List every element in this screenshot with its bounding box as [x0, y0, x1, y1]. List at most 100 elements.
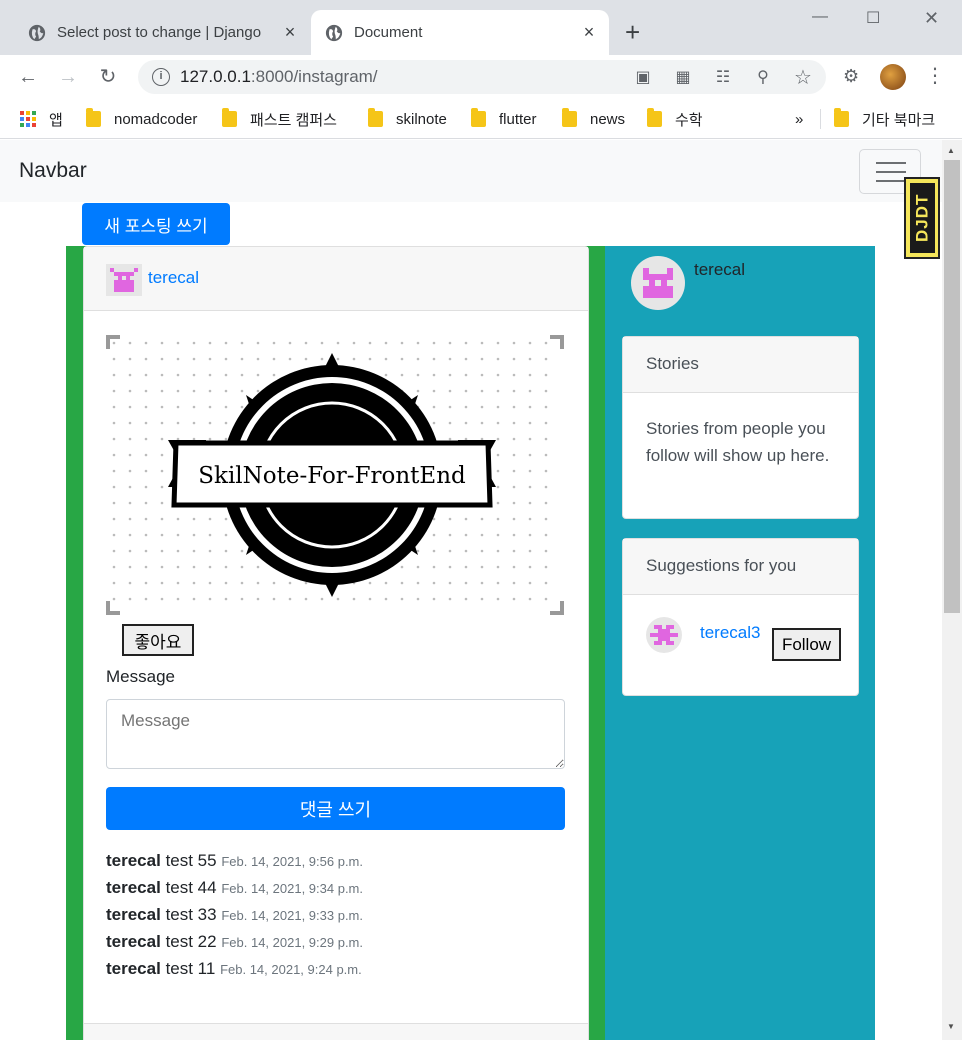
folder-icon: [86, 108, 101, 127]
comment-item: terecal test 11 Feb. 14, 2021, 9:24 p.m.: [106, 959, 566, 986]
navbar: Navbar: [0, 140, 942, 202]
cast-icon[interactable]: ▣: [632, 67, 654, 89]
stories-text: Stories from people you follow will show…: [646, 419, 830, 465]
bookmark-folder[interactable]: 패스트 캠퍼스: [222, 107, 337, 131]
tab-django-admin[interactable]: Select post to change | Django ×: [14, 10, 310, 55]
stories-title: Stories: [623, 337, 858, 393]
djdt-label: DJDT: [910, 183, 935, 253]
sidebar-column: terecal Stories Stories from people you …: [605, 246, 875, 1040]
address-bar[interactable]: i 127.0.0.1:8000/instagram/ ▣ ▦ ☷ ⚲ ☆: [138, 60, 826, 94]
globe-icon: [28, 24, 46, 41]
bookmark-label: 패스트 캠퍼스: [250, 111, 337, 129]
follow-button[interactable]: Follow: [772, 628, 841, 661]
django-debug-toolbar-handle[interactable]: DJDT: [904, 177, 940, 259]
comment-author: terecal: [106, 932, 161, 951]
new-post-button[interactable]: 새 포스팅 쓰기: [82, 203, 230, 245]
navbar-brand[interactable]: Navbar: [19, 159, 87, 183]
folder-icon: [368, 108, 383, 127]
bookmark-apps[interactable]: 앱: [20, 107, 63, 131]
page-scrollbar[interactable]: ▲ ▼: [942, 140, 962, 1040]
maximize-icon[interactable]: ☐: [866, 8, 880, 28]
sidebar-username: terecal: [694, 260, 746, 279]
stories-card: Stories Stories from people you follow w…: [622, 336, 859, 519]
forward-arrow-icon[interactable]: →: [54, 63, 82, 91]
scroll-up-arrow-icon[interactable]: ▲: [947, 146, 955, 155]
comment-time: Feb. 14, 2021, 9:29 p.m.: [221, 935, 363, 950]
bookmarks-overflow-button[interactable]: »: [795, 107, 803, 131]
suggestion-avatar-identicon: [650, 625, 678, 645]
folder-icon: [222, 108, 237, 127]
apps-grid-icon: [20, 111, 36, 127]
post-card-footer: [84, 1023, 588, 1040]
comment-time: Feb. 14, 2021, 9:34 p.m.: [221, 881, 363, 896]
info-icon[interactable]: i: [152, 68, 170, 86]
qr-code-icon[interactable]: ▦: [672, 67, 694, 89]
tab-document[interactable]: Document ×: [311, 10, 609, 55]
folder-icon: [562, 108, 577, 127]
bookmark-folder[interactable]: 수학: [647, 107, 703, 131]
comment-message-input[interactable]: [106, 699, 565, 769]
comment-time: Feb. 14, 2021, 9:56 p.m.: [221, 854, 363, 869]
close-icon[interactable]: ×: [276, 22, 304, 43]
globe-icon: [325, 24, 343, 41]
translate-icon[interactable]: ☷: [712, 67, 734, 89]
comment-author: terecal: [106, 878, 161, 897]
bookmark-label: news: [590, 110, 626, 128]
comment-author: terecal: [106, 905, 161, 924]
bookmark-label: 수학: [675, 111, 703, 129]
comment-item: terecal test 55 Feb. 14, 2021, 9:56 p.m.: [106, 851, 566, 878]
more-menu-icon[interactable]: ⋮: [925, 63, 945, 88]
bookmark-label: skilnote: [396, 110, 447, 128]
profile-avatar[interactable]: [880, 64, 906, 90]
author-avatar: [106, 264, 142, 296]
bookmark-star-icon[interactable]: ☆: [792, 67, 814, 89]
zoom-icon[interactable]: ⚲: [752, 67, 774, 89]
extensions-puzzle-icon[interactable]: ⚙: [843, 66, 859, 87]
comment-text: test 44: [165, 878, 217, 897]
tab-title: Select post to change | Django: [57, 24, 262, 41]
window-close-icon[interactable]: ✕: [924, 8, 939, 29]
bookmark-folder[interactable]: flutter: [471, 107, 537, 131]
tab-title: Document: [354, 24, 423, 41]
bookmark-label: flutter: [499, 110, 537, 128]
bookmark-folder-other[interactable]: 기타 북마크: [834, 107, 935, 131]
comment-text: test 33: [165, 905, 217, 924]
bookmarks-divider: [820, 109, 821, 129]
hamburger-icon-line: [876, 180, 906, 182]
comment-item: terecal test 44 Feb. 14, 2021, 9:34 p.m.: [106, 878, 566, 905]
post-author-link[interactable]: terecal: [148, 268, 199, 288]
url-text[interactable]: 127.0.0.1:8000/instagram/: [180, 67, 378, 87]
comment-time: Feb. 14, 2021, 9:24 p.m.: [220, 962, 362, 977]
suggestions-card: Suggestions for you terecal3 Follow: [622, 538, 859, 696]
post-card-header: terecal: [84, 247, 588, 311]
folder-icon: [647, 108, 662, 127]
comment-list: terecal test 55 Feb. 14, 2021, 9:56 p.m.…: [106, 851, 566, 986]
comment-item: terecal test 22 Feb. 14, 2021, 9:29 p.m.: [106, 932, 566, 959]
suggestion-username-link[interactable]: terecal3: [700, 623, 760, 643]
minimize-icon[interactable]: —: [812, 8, 828, 26]
post-image-caption: SkilNote-For-FrontEnd: [198, 463, 466, 489]
comment-text: test 11: [165, 959, 216, 978]
comment-author: terecal: [106, 959, 161, 978]
bookmark-folder[interactable]: skilnote: [368, 107, 447, 131]
hamburger-icon-line: [876, 171, 906, 173]
back-arrow-icon[interactable]: ←: [14, 63, 42, 91]
submit-comment-button[interactable]: 댓글 쓰기: [106, 787, 565, 830]
scroll-down-arrow-icon[interactable]: ▼: [947, 1022, 955, 1031]
new-tab-button[interactable]: +: [625, 18, 640, 46]
bookmark-folder[interactable]: nomadcoder: [86, 107, 197, 131]
post-image: SkilNote-For-FrontEnd: [106, 335, 564, 615]
like-button[interactable]: 좋아요: [122, 624, 194, 656]
post-column: terecal SkilNote-For-FrontEnd 좋아요 Messag…: [66, 246, 605, 1040]
scrollbar-thumb[interactable]: [944, 160, 960, 613]
bookmark-label: 앱: [49, 111, 63, 129]
page-viewport: Navbar 새 포스팅 쓰기 terecal SkilNote-For-Fro…: [0, 140, 942, 1040]
bookmarks-bar: 앱 nomadcoder 패스트 캠퍼스 skilnote flutter ne…: [0, 99, 962, 139]
close-icon[interactable]: ×: [575, 22, 603, 43]
comment-time: Feb. 14, 2021, 9:33 p.m.: [221, 908, 363, 923]
bookmark-folder[interactable]: news: [562, 107, 625, 131]
bookmark-label: 기타 북마크: [862, 111, 936, 129]
post-card: terecal SkilNote-For-FrontEnd 좋아요 Messag…: [83, 246, 589, 1040]
user-avatar-identicon: [643, 268, 673, 298]
reload-icon[interactable]: ↻: [94, 63, 122, 91]
